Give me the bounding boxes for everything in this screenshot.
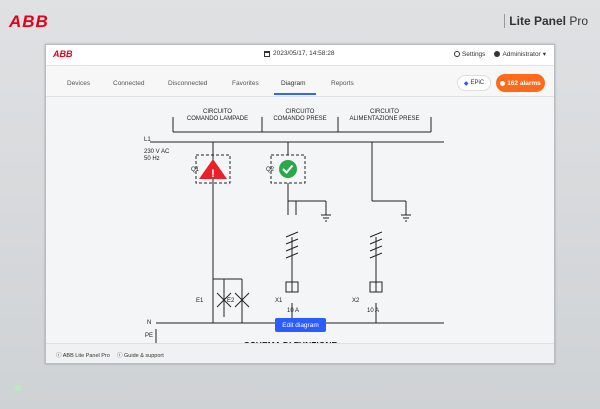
gear-icon xyxy=(453,51,460,57)
section-1-line2: COMANDO LAMPADE xyxy=(186,116,249,122)
product-name: Lite Panel xyxy=(509,14,566,28)
calendar-icon xyxy=(264,50,270,57)
epic-icon: ◆ xyxy=(463,80,469,87)
screen: ABB 2023/05/17, 14:58:28 Settings Admini… xyxy=(45,44,555,364)
footer-support-text: Guide & support xyxy=(124,353,164,359)
section-1-line1: CIRCUITO xyxy=(203,109,232,115)
active-tab-indicator xyxy=(274,93,316,95)
q1-alarm-mark: ! xyxy=(211,168,215,180)
top-right-menu: Settings Administrator ▾ xyxy=(453,50,546,58)
footer-support-link[interactable]: ⓘ Guide & support xyxy=(117,351,164,359)
q2-label: Q2 xyxy=(266,167,275,173)
alarms-button[interactable]: 162 alarms xyxy=(496,74,545,92)
section-header-2: CIRCUITO COMANDO PRESE xyxy=(262,109,338,123)
abb-logo: ABB xyxy=(9,12,49,31)
user-menu[interactable]: Administrator ▾ xyxy=(494,50,546,58)
section-3-line2: ALIMENTAZIONE PRESE xyxy=(349,116,420,122)
datetime: 2023/05/17, 14:58:28 xyxy=(264,50,334,57)
e2-label: E2 xyxy=(227,298,235,304)
section-3-line1: CIRCUITO xyxy=(370,109,399,115)
n-label: N xyxy=(147,320,152,326)
section-header-3: CIRCUITO ALIMENTAZIONE PRESE xyxy=(338,109,431,123)
footer: ⓘ ABB Lite Panel Pro ⓘ Guide & support xyxy=(46,343,554,363)
edit-diagram-button[interactable]: Edit diagram xyxy=(275,318,326,332)
tab-reports[interactable]: Reports xyxy=(331,80,354,87)
tab-connected[interactable]: Connected xyxy=(113,80,144,87)
footer-product-text: ABB Lite Panel Pro xyxy=(62,353,110,359)
alarm-icon xyxy=(500,80,506,86)
user-icon xyxy=(494,51,501,57)
x2-label: X2 xyxy=(352,298,360,304)
epic-label: EPiC xyxy=(470,80,485,86)
panel-brand: Lite Panel Pro xyxy=(504,14,588,28)
nav-bar: Devices Connected Disconnected Favorites… xyxy=(46,66,554,97)
footer-product: ⓘ ABB Lite Panel Pro xyxy=(56,353,110,359)
freq-label: 50 Hz xyxy=(144,156,160,162)
diagram-canvas: ! CIRCUITO COMANDO LAMPADE CIRCUITO COMA… xyxy=(46,97,554,350)
top-bar: ABB 2023/05/17, 14:58:28 Settings Admini… xyxy=(46,45,554,66)
epic-button[interactable]: ◆ EPiC xyxy=(457,75,491,91)
x2-rating: 10 A xyxy=(367,308,380,314)
user-label: Administrator xyxy=(502,50,541,58)
tab-diagram[interactable]: Diagram xyxy=(281,80,306,87)
alarms-label: 162 alarms xyxy=(507,79,541,87)
q1-label: Q1 xyxy=(191,167,200,173)
section-header-1: CIRCUITO COMANDO LAMPADE xyxy=(173,109,262,123)
voltage-label: 230 V AC xyxy=(144,149,170,155)
tab-favorites[interactable]: Favorites xyxy=(232,80,259,87)
pe-label: PE xyxy=(145,333,154,339)
e1-label: E1 xyxy=(196,298,204,304)
settings-label: Settings xyxy=(461,50,486,58)
q2-ok-icon xyxy=(279,160,297,178)
tab-disconnected[interactable]: Disconnected xyxy=(168,80,207,87)
product-suffix: Pro xyxy=(569,14,588,28)
datetime-text: 2023/05/17, 14:58:28 xyxy=(273,50,335,57)
settings-button[interactable]: Settings xyxy=(453,50,486,58)
power-led xyxy=(15,385,21,391)
chevron-down-icon: ▾ xyxy=(542,51,546,58)
x1-label: X1 xyxy=(275,298,283,304)
tab-devices[interactable]: Devices xyxy=(67,80,90,87)
x1-rating: 10 A xyxy=(287,308,300,314)
l1-label: L1 xyxy=(144,137,151,143)
section-2-line1: CIRCUITO xyxy=(285,109,315,115)
section-2-line2: COMANDO PRESE xyxy=(273,116,327,122)
schematic: ! xyxy=(150,117,444,347)
app-logo: ABB xyxy=(53,49,73,59)
